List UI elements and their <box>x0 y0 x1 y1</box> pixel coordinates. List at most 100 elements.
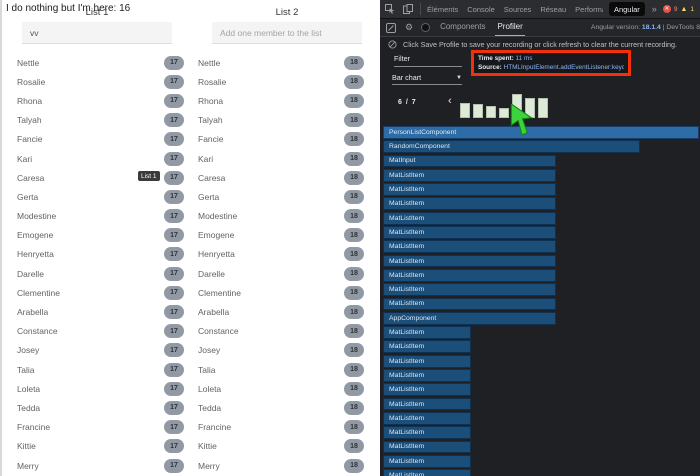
list-item[interactable]: Clementine17 <box>2 283 192 302</box>
tab-elements[interactable]: Éléments <box>427 5 458 14</box>
flame-row[interactable]: MatListItem <box>383 398 471 411</box>
flame-row[interactable]: PersonListComponent <box>383 126 699 139</box>
list-item[interactable]: Constance18 <box>192 322 380 341</box>
list-item[interactable]: Josey17 <box>2 341 192 360</box>
tab-performances[interactable]: Performances <box>575 5 603 14</box>
list-item[interactable]: Francine18 <box>192 418 380 437</box>
chart-type-select[interactable]: Bar chart ▼ <box>392 73 462 85</box>
flame-row[interactable]: MatListItem <box>383 355 471 368</box>
list-item[interactable]: Talyah17 <box>2 111 192 130</box>
flame-row[interactable]: MatListItem <box>383 226 556 239</box>
list-item[interactable]: Loleta18 <box>192 379 380 398</box>
list-item[interactable]: Constance17 <box>2 322 192 341</box>
list-1-input[interactable] <box>22 22 172 44</box>
tab-angular[interactable]: Angular <box>609 2 645 16</box>
flame-row[interactable]: MatListItem <box>383 326 471 339</box>
stop-record-icon[interactable] <box>386 39 398 51</box>
list-item[interactable]: Talia18 <box>192 360 380 379</box>
list-item[interactable]: Modestine17 <box>2 207 192 226</box>
list-item[interactable]: Talyah18 <box>192 111 380 130</box>
tab-console[interactable]: Console <box>467 5 495 14</box>
warning-icon[interactable]: ▲ <box>680 6 687 13</box>
flame-row[interactable]: MatListItem <box>383 255 556 268</box>
record-icon[interactable] <box>421 23 430 32</box>
tab-profiler[interactable]: Profiler <box>495 19 524 37</box>
list-item[interactable]: Francine17 <box>2 418 192 437</box>
list-item[interactable]: Henryetta18 <box>192 245 380 264</box>
flame-row[interactable]: MatListItem <box>383 169 556 182</box>
flame-row[interactable]: MatListItem <box>383 283 556 296</box>
list-item[interactable]: Merry17 <box>2 456 192 475</box>
list-item[interactable]: Modestine18 <box>192 207 380 226</box>
list-item[interactable]: Rhona17 <box>2 91 192 110</box>
flame-row[interactable]: MatListItem <box>383 183 556 196</box>
tab-components[interactable]: Components <box>438 19 487 37</box>
list-item[interactable]: Nettle17 <box>2 53 192 72</box>
filter-field[interactable]: Filter <box>394 54 462 67</box>
flame-row[interactable]: MatListItem <box>383 469 471 476</box>
list-item[interactable]: Darelle17 <box>2 264 192 283</box>
flame-row[interactable]: MatListItem <box>383 340 471 353</box>
frame-bar[interactable] <box>473 104 483 118</box>
member-name: Nettle <box>17 58 39 68</box>
gear-icon[interactable]: ⚙ <box>405 23 413 32</box>
more-tabs-icon[interactable]: » <box>652 4 657 14</box>
list-item[interactable]: Caresa17 <box>2 168 192 187</box>
device-toolbar-icon[interactable] <box>402 3 414 15</box>
flame-row[interactable]: MatListItem <box>383 369 471 382</box>
list-item[interactable]: Henryetta17 <box>2 245 192 264</box>
list-item[interactable]: Kari18 <box>192 149 380 168</box>
list-item[interactable]: Talia17 <box>2 360 192 379</box>
list-item[interactable]: Rhona18 <box>192 91 380 110</box>
flame-row[interactable]: MatListItem <box>383 441 471 454</box>
list-item[interactable]: Caresa18 <box>192 168 380 187</box>
tab-sources[interactable]: Sources <box>504 5 532 14</box>
tab-reseau[interactable]: Réseau <box>540 5 566 14</box>
flame-row[interactable]: AppComponent <box>383 312 556 325</box>
list-2-input[interactable] <box>212 22 362 44</box>
member-count-badge: 17 <box>164 439 184 453</box>
list-item[interactable]: Emogene18 <box>192 226 380 245</box>
list-item[interactable]: Arabella18 <box>192 302 380 321</box>
list-item[interactable]: Kittie18 <box>192 437 380 456</box>
list-item[interactable]: Fancie17 <box>2 130 192 149</box>
list-item[interactable]: Arabella17 <box>2 302 192 321</box>
list-item[interactable]: Fancie18 <box>192 130 380 149</box>
panel-icon[interactable] <box>385 22 397 34</box>
list-item[interactable]: Kittie17 <box>2 437 192 456</box>
frame-bar[interactable] <box>460 103 470 118</box>
flame-row[interactable]: MatListItem <box>383 412 471 425</box>
list-item[interactable]: Tedda18 <box>192 398 380 417</box>
list-item[interactable]: Emogene17 <box>2 226 192 245</box>
list-item[interactable]: Gerta18 <box>192 187 380 206</box>
source-value[interactable]: HTMLInputElement.addEventListener:keydow… <box>504 64 624 71</box>
flame-row[interactable]: MatListItem <box>383 212 556 225</box>
member-count-badge: 17 <box>164 459 184 473</box>
list-item[interactable]: Josey18 <box>192 341 380 360</box>
list-item[interactable]: Loleta17 <box>2 379 192 398</box>
flame-row[interactable]: MatListItem <box>383 197 556 210</box>
frame-bar[interactable] <box>486 106 496 118</box>
frame-bar[interactable] <box>499 108 509 118</box>
inspect-icon[interactable] <box>384 3 396 15</box>
list-item[interactable]: Kari17 <box>2 149 192 168</box>
list-item[interactable]: Rosalie18 <box>192 72 380 91</box>
list-item[interactable]: Clementine18 <box>192 283 380 302</box>
flame-row[interactable]: MatListItem <box>383 383 471 396</box>
error-icon[interactable]: ✕ <box>663 5 671 13</box>
flame-row[interactable]: MatListItem <box>383 426 471 439</box>
list-item[interactable]: Darelle18 <box>192 264 380 283</box>
list-item[interactable]: Gerta17 <box>2 187 192 206</box>
angular-devtools-toolbar: ⚙ Components Profiler Angular version: 1… <box>380 19 700 37</box>
list-item[interactable]: Rosalie17 <box>2 72 192 91</box>
previous-frame-icon[interactable]: ‹ <box>448 95 452 107</box>
flame-row[interactable]: MatListItem <box>383 269 556 282</box>
flame-row[interactable]: MatListItem <box>383 240 556 253</box>
flame-row[interactable]: MatListItem <box>383 298 556 311</box>
list-item[interactable]: Merry18 <box>192 456 380 475</box>
frame-bar[interactable] <box>538 98 548 118</box>
list-item[interactable]: Nettle18 <box>192 53 380 72</box>
flame-row[interactable]: MatListItem <box>383 455 471 468</box>
list-item[interactable]: Tedda17 <box>2 398 192 417</box>
flame-row[interactable]: MatInput <box>383 155 556 168</box>
